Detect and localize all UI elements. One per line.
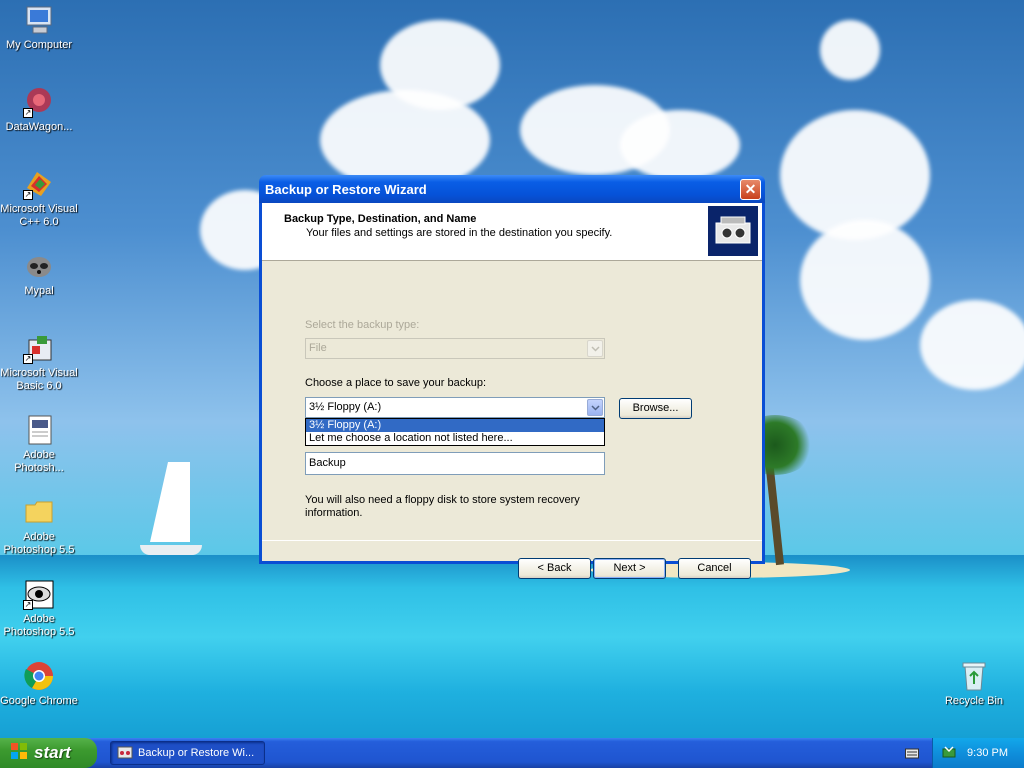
- folder-icon: [23, 496, 55, 528]
- backup-type-label: Select the backup type:: [305, 319, 420, 331]
- chevron-down-icon: [587, 340, 603, 357]
- start-button[interactable]: start: [0, 738, 97, 768]
- chevron-down-icon[interactable]: [587, 399, 603, 416]
- desktop-icon-adobe-photoshop-doc[interactable]: Adobe Photosh...: [0, 414, 78, 475]
- raccoon-icon: [23, 250, 55, 282]
- close-button[interactable]: ✕: [740, 178, 761, 200]
- shortcut-arrow-icon: ↗: [23, 190, 33, 200]
- backup-type-value: File: [309, 342, 327, 354]
- cloud: [620, 110, 740, 180]
- window-title: Backup or Restore Wizard: [265, 181, 427, 197]
- desktop-icon-label: Microsoft Visual Basic 6.0: [0, 367, 78, 392]
- desktop-icon-label: Adobe Photosh...: [14, 449, 64, 474]
- cloud: [820, 20, 880, 80]
- desktop-icon-datawagon[interactable]: ↗ DataWagon...: [0, 86, 78, 134]
- sea: [0, 555, 1024, 738]
- cloud: [800, 220, 930, 340]
- visual-cpp-icon: ↗: [23, 168, 55, 200]
- dropdown-option-floppy[interactable]: 3½ Floppy (A:): [306, 419, 604, 432]
- desktop-icon-label: Recycle Bin: [944, 695, 1004, 707]
- desktop-icon-label: Microsoft Visual C++ 6.0: [0, 203, 78, 228]
- desktop-icon-label: Mypal: [24, 285, 54, 297]
- shortcut-arrow-icon: ↗: [23, 108, 33, 118]
- desktop-icon-label: Google Chrome: [0, 695, 78, 707]
- document-icon: [23, 414, 55, 446]
- cloud: [920, 300, 1024, 390]
- system-tray: 9:30 PM: [932, 738, 1024, 768]
- desktop-icon-recycle-bin[interactable]: Recycle Bin: [935, 660, 1013, 708]
- desktop-icon-adobe-photoshop-folder[interactable]: Adobe Photoshop 5.5: [0, 496, 78, 557]
- desktop-icon-mypal[interactable]: Mypal: [0, 250, 78, 298]
- photoshop-eye-icon: ↗: [23, 578, 55, 610]
- backup-wizard-icon: [117, 744, 133, 763]
- desktop-icon-google-chrome[interactable]: Google Chrome: [0, 660, 78, 708]
- shortcut-arrow-icon: ↗: [23, 354, 33, 364]
- wizard-page-title: Backup Type, Destination, and Name: [284, 213, 477, 225]
- backup-destination-value: 3½ Floppy (A:): [309, 401, 382, 413]
- desktop-icon-adobe-photoshop-app[interactable]: ↗ Adobe Photoshop 5.5: [0, 578, 78, 639]
- desktop-icon-label: Adobe Photoshop 5.5: [3, 531, 75, 556]
- chrome-icon: [23, 660, 55, 692]
- taskbar: start Backup or Restore Wi... 9:30 PM: [0, 738, 1024, 768]
- close-icon: ✕: [744, 180, 757, 197]
- start-label: start: [34, 743, 71, 762]
- backup-name-input[interactable]: Backup: [305, 452, 605, 475]
- backup-tape-icon: [708, 206, 758, 256]
- keyboard-icon[interactable]: [905, 747, 919, 759]
- desktop-icon-label: Adobe Photoshop 5.5: [3, 613, 75, 638]
- cancel-button[interactable]: Cancel: [678, 558, 751, 579]
- sailboat-sail: [150, 462, 190, 542]
- desktop-icon-label: My Computer: [5, 39, 73, 51]
- backup-type-select: File: [305, 338, 605, 359]
- datawagon-icon: ↗: [23, 86, 55, 118]
- wizard-page-subtitle: Your files and settings are stored in th…: [306, 227, 613, 239]
- place-label: Choose a place to save your backup:: [305, 377, 487, 389]
- windows-logo-icon: [10, 742, 28, 765]
- recycle-bin-icon: [958, 660, 990, 692]
- desktop-icon-visual-basic[interactable]: ↗ Microsoft Visual Basic 6.0: [0, 332, 78, 393]
- computer-icon: [23, 4, 55, 36]
- wizard-header: Backup Type, Destination, and Name Your …: [262, 203, 762, 261]
- backup-restore-wizard-window: Backup or Restore Wizard ✕ Backup Type, …: [259, 175, 765, 579]
- desktop-icon-my-computer[interactable]: My Computer: [0, 4, 78, 52]
- footer-separator: [262, 540, 762, 541]
- shortcut-arrow-icon: ↗: [23, 600, 33, 610]
- clock[interactable]: 9:30 PM: [967, 747, 1008, 759]
- window-titlebar[interactable]: Backup or Restore Wizard ✕: [259, 175, 765, 203]
- next-button[interactable]: Next >: [593, 558, 666, 579]
- desktop-icon-label: DataWagon...: [5, 121, 73, 133]
- visual-basic-icon: ↗: [23, 332, 55, 364]
- destination-dropdown-list: 3½ Floppy (A:) Let me choose a location …: [305, 418, 605, 446]
- browse-button[interactable]: Browse...: [619, 398, 692, 419]
- safely-remove-icon[interactable]: [941, 744, 957, 763]
- desktop-icon-visual-cpp[interactable]: ↗ Microsoft Visual C++ 6.0: [0, 168, 78, 229]
- taskbar-item-backup-wizard[interactable]: Backup or Restore Wi...: [110, 741, 265, 765]
- sailboat-hull: [140, 545, 202, 555]
- backup-destination-select[interactable]: 3½ Floppy (A:): [305, 397, 605, 418]
- wizard-client-area: Backup Type, Destination, and Name Your …: [262, 203, 762, 579]
- floppy-note: You will also need a floppy disk to stor…: [305, 494, 580, 519]
- taskbar-item-label: Backup or Restore Wi...: [138, 747, 255, 759]
- dropdown-option-other-location[interactable]: Let me choose a location not listed here…: [306, 432, 604, 445]
- back-button[interactable]: < Back: [518, 558, 591, 579]
